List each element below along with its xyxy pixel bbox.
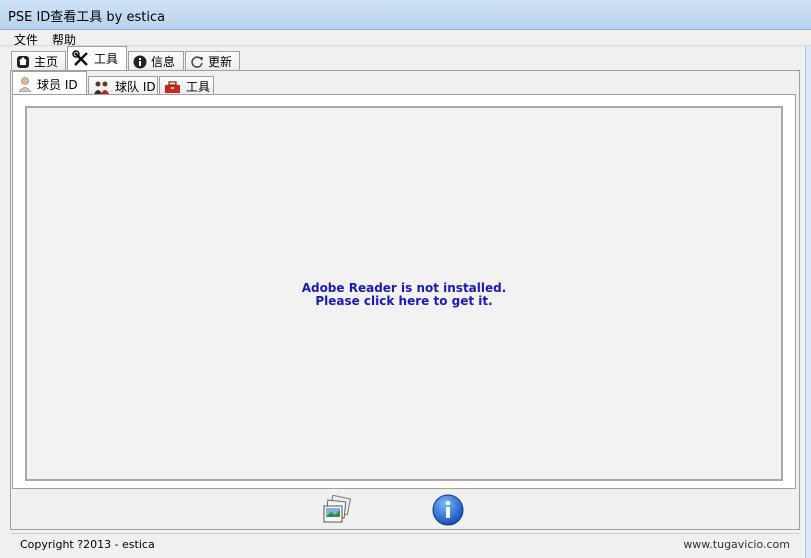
status-bar: Copyright ?2013 - estica www.tugavicio.c… bbox=[10, 533, 800, 556]
home-icon bbox=[16, 55, 30, 69]
subtab-team-label: 球队 ID bbox=[115, 80, 156, 94]
window-right-edge bbox=[805, 46, 811, 558]
tab-update[interactable]: 更新 bbox=[185, 51, 240, 71]
adobe-reader-message[interactable]: Adobe Reader is not installed. Please cl… bbox=[27, 282, 781, 308]
pdf-viewer[interactable]: Adobe Reader is not installed. Please cl… bbox=[25, 106, 783, 481]
player-icon bbox=[17, 76, 33, 93]
menu-bar: 文件 帮助 bbox=[0, 30, 811, 47]
subtab-player-label: 球员 ID bbox=[37, 77, 78, 92]
copyright-text: Copyright ?2013 - estica bbox=[20, 538, 155, 551]
toolbox-icon bbox=[164, 80, 182, 94]
tab-home[interactable]: 主页 bbox=[11, 51, 66, 71]
refresh-icon bbox=[190, 55, 204, 69]
title-bar: PSE ID查看工具 by estica bbox=[0, 0, 811, 30]
watermark-text: www.tugavicio.com bbox=[683, 538, 790, 551]
info-circle-icon bbox=[432, 494, 464, 526]
subtab-toolbox-label: 工具 bbox=[186, 80, 211, 94]
photo-button[interactable] bbox=[322, 494, 352, 525]
photo-icon bbox=[323, 494, 352, 523]
window-title: PSE ID查看工具 by estica bbox=[8, 10, 166, 25]
info-icon bbox=[133, 55, 147, 69]
tab-info-label: 信息 bbox=[151, 55, 176, 69]
subtab-toolbox[interactable]: 工具 bbox=[159, 76, 214, 96]
subtab-player-id[interactable]: 球员 ID bbox=[12, 71, 87, 96]
tab-tools[interactable]: 工具 bbox=[67, 46, 127, 70]
info-button[interactable] bbox=[432, 494, 464, 526]
pdf-message-line2: Please click here to get it. bbox=[315, 294, 493, 308]
team-icon bbox=[93, 80, 111, 94]
subtab-team-id[interactable]: 球队 ID bbox=[88, 76, 158, 96]
tab-update-label: 更新 bbox=[208, 55, 233, 69]
tools-icon bbox=[72, 49, 90, 68]
tab-info[interactable]: 信息 bbox=[128, 51, 184, 71]
tab-tools-label: 工具 bbox=[94, 52, 119, 66]
tab-home-label: 主页 bbox=[34, 55, 59, 69]
